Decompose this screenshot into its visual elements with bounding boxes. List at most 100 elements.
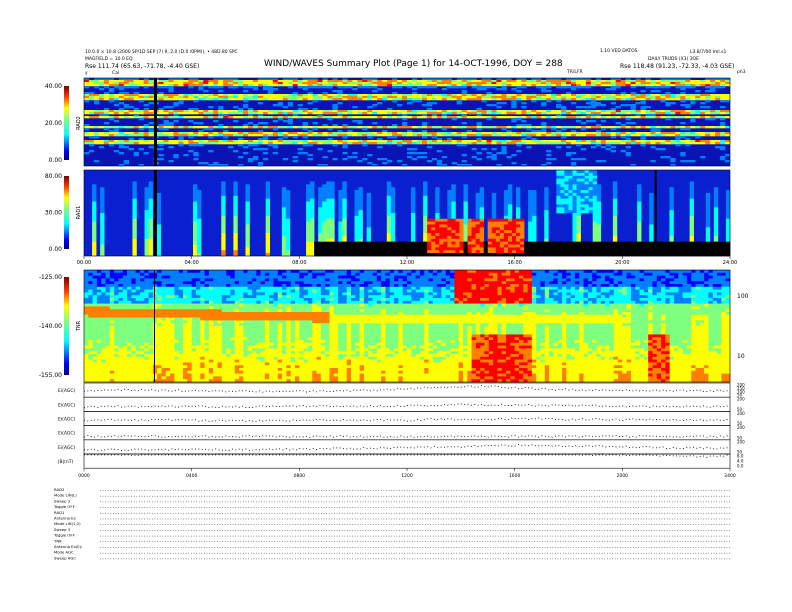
rad1-cell bbox=[306, 198, 311, 202]
rad1-cell bbox=[532, 224, 537, 228]
rad2-cell bbox=[307, 96, 313, 99]
tnr-cell bbox=[109, 278, 115, 282]
rad2-cell bbox=[710, 140, 716, 143]
rad2-cell bbox=[108, 144, 115, 147]
rad1-cell bbox=[354, 204, 359, 208]
rad1-cell bbox=[588, 184, 594, 188]
rad2-cell bbox=[332, 94, 338, 97]
rad1-cell bbox=[447, 198, 452, 202]
tnr-cell bbox=[122, 362, 128, 366]
rad2-cell bbox=[411, 126, 418, 129]
rad1-xtick-label: 08:00 bbox=[292, 260, 306, 266]
rad2-cell bbox=[103, 134, 110, 137]
rad2-cell bbox=[610, 116, 617, 119]
rad2-cell bbox=[193, 144, 199, 147]
rad2-cell bbox=[243, 80, 249, 83]
rad1-cell bbox=[402, 241, 408, 245]
rad2-cell bbox=[640, 100, 646, 103]
rad2-cell bbox=[476, 84, 482, 87]
rad1-cell bbox=[156, 204, 162, 208]
rad2-cell bbox=[198, 112, 204, 115]
tnr-cell bbox=[127, 340, 132, 344]
rad2-cell bbox=[491, 82, 497, 85]
rad2-cell bbox=[720, 106, 726, 109]
rad1-cell bbox=[487, 247, 493, 251]
rad1-cell bbox=[431, 233, 436, 237]
rad2-cell bbox=[243, 86, 249, 89]
rad2-cell bbox=[471, 84, 477, 87]
rad2-cell bbox=[541, 110, 547, 113]
rad2-cell bbox=[337, 92, 343, 95]
rad1-cell bbox=[338, 190, 343, 194]
rad1-cell bbox=[568, 201, 573, 205]
rad2-cell bbox=[660, 132, 666, 135]
rad2-cell bbox=[635, 96, 641, 99]
rad2-cell bbox=[377, 82, 383, 85]
rad2-cell bbox=[302, 122, 308, 125]
rad2-cell bbox=[570, 162, 577, 165]
rad2-cell bbox=[451, 112, 457, 115]
rad2-cell bbox=[600, 94, 607, 97]
rad1-cell bbox=[156, 201, 162, 205]
rad1-cell bbox=[354, 201, 359, 205]
rad1-cell bbox=[144, 250, 149, 254]
rad2-cell bbox=[640, 140, 646, 143]
rad2-cell bbox=[377, 132, 383, 135]
rad1-cell bbox=[326, 195, 331, 199]
rad2-cell bbox=[118, 126, 125, 129]
rad2-cell bbox=[123, 126, 130, 129]
rad1-cell bbox=[221, 218, 226, 222]
rad2-cell bbox=[277, 134, 284, 137]
rad2-cell bbox=[193, 116, 199, 119]
rad1-cell bbox=[100, 221, 105, 225]
rad2-cell bbox=[521, 106, 527, 109]
rad2-cell bbox=[307, 80, 313, 83]
rad1-cell bbox=[588, 195, 594, 199]
rad1-cell bbox=[459, 247, 464, 251]
rad2-cell bbox=[312, 80, 318, 83]
rad2-cell bbox=[655, 142, 661, 145]
tnr-cell bbox=[84, 284, 89, 288]
rad2-cell bbox=[402, 118, 408, 121]
rad2-cell bbox=[287, 104, 294, 107]
rad2-cell bbox=[630, 110, 636, 113]
rad2-cell bbox=[556, 84, 562, 87]
rad1-cell bbox=[265, 190, 271, 194]
rad2-cell bbox=[262, 112, 269, 115]
rad2-cell bbox=[367, 140, 373, 143]
rad2-cell bbox=[610, 96, 617, 99]
rad2-cell bbox=[655, 82, 661, 85]
rad2-cell bbox=[655, 134, 661, 137]
rad1-cell bbox=[576, 224, 581, 228]
rad2-cell bbox=[98, 132, 105, 135]
tnr-cell bbox=[114, 281, 119, 285]
rad1-cell bbox=[669, 187, 674, 191]
rad2-cell bbox=[590, 100, 597, 103]
rad1-cell bbox=[528, 215, 533, 220]
rad2-cell bbox=[496, 80, 502, 83]
rad1-cell bbox=[697, 244, 703, 248]
rad1-xtick-label: 16:00 bbox=[507, 260, 521, 266]
rad1-cell bbox=[580, 175, 585, 179]
rad2-cell bbox=[650, 134, 656, 137]
rad2-cell bbox=[382, 98, 388, 101]
rad1-cell bbox=[717, 241, 723, 245]
rad1-cell bbox=[443, 244, 448, 248]
rad2-cell bbox=[506, 134, 512, 137]
rad1-cell bbox=[451, 210, 456, 214]
rad2-cell bbox=[203, 80, 209, 83]
rad2-cell bbox=[252, 84, 259, 87]
rad1-cell bbox=[318, 192, 323, 197]
rad1-cell bbox=[427, 247, 432, 251]
rad2-cell bbox=[635, 114, 641, 117]
rad2-cell bbox=[238, 112, 244, 115]
rad2-cell bbox=[615, 106, 621, 109]
rad1-cell bbox=[334, 241, 339, 245]
rad1-cell bbox=[556, 247, 561, 251]
rad1-cell bbox=[451, 247, 456, 251]
rad1-cell bbox=[713, 198, 719, 202]
rad1-cell bbox=[564, 207, 569, 211]
rad1-cell bbox=[556, 170, 561, 174]
rad2-cell bbox=[441, 98, 448, 101]
rad1-cell bbox=[487, 218, 493, 222]
